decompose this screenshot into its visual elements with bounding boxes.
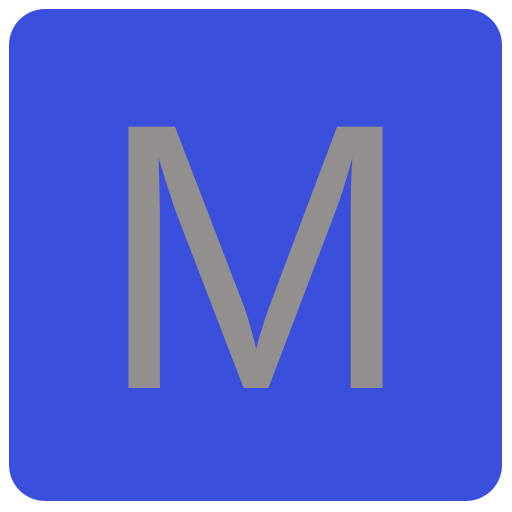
m-app-icon: M	[9, 9, 502, 501]
page-canvas: M	[0, 0, 512, 512]
m-letter-glyph: M	[97, 44, 414, 469]
